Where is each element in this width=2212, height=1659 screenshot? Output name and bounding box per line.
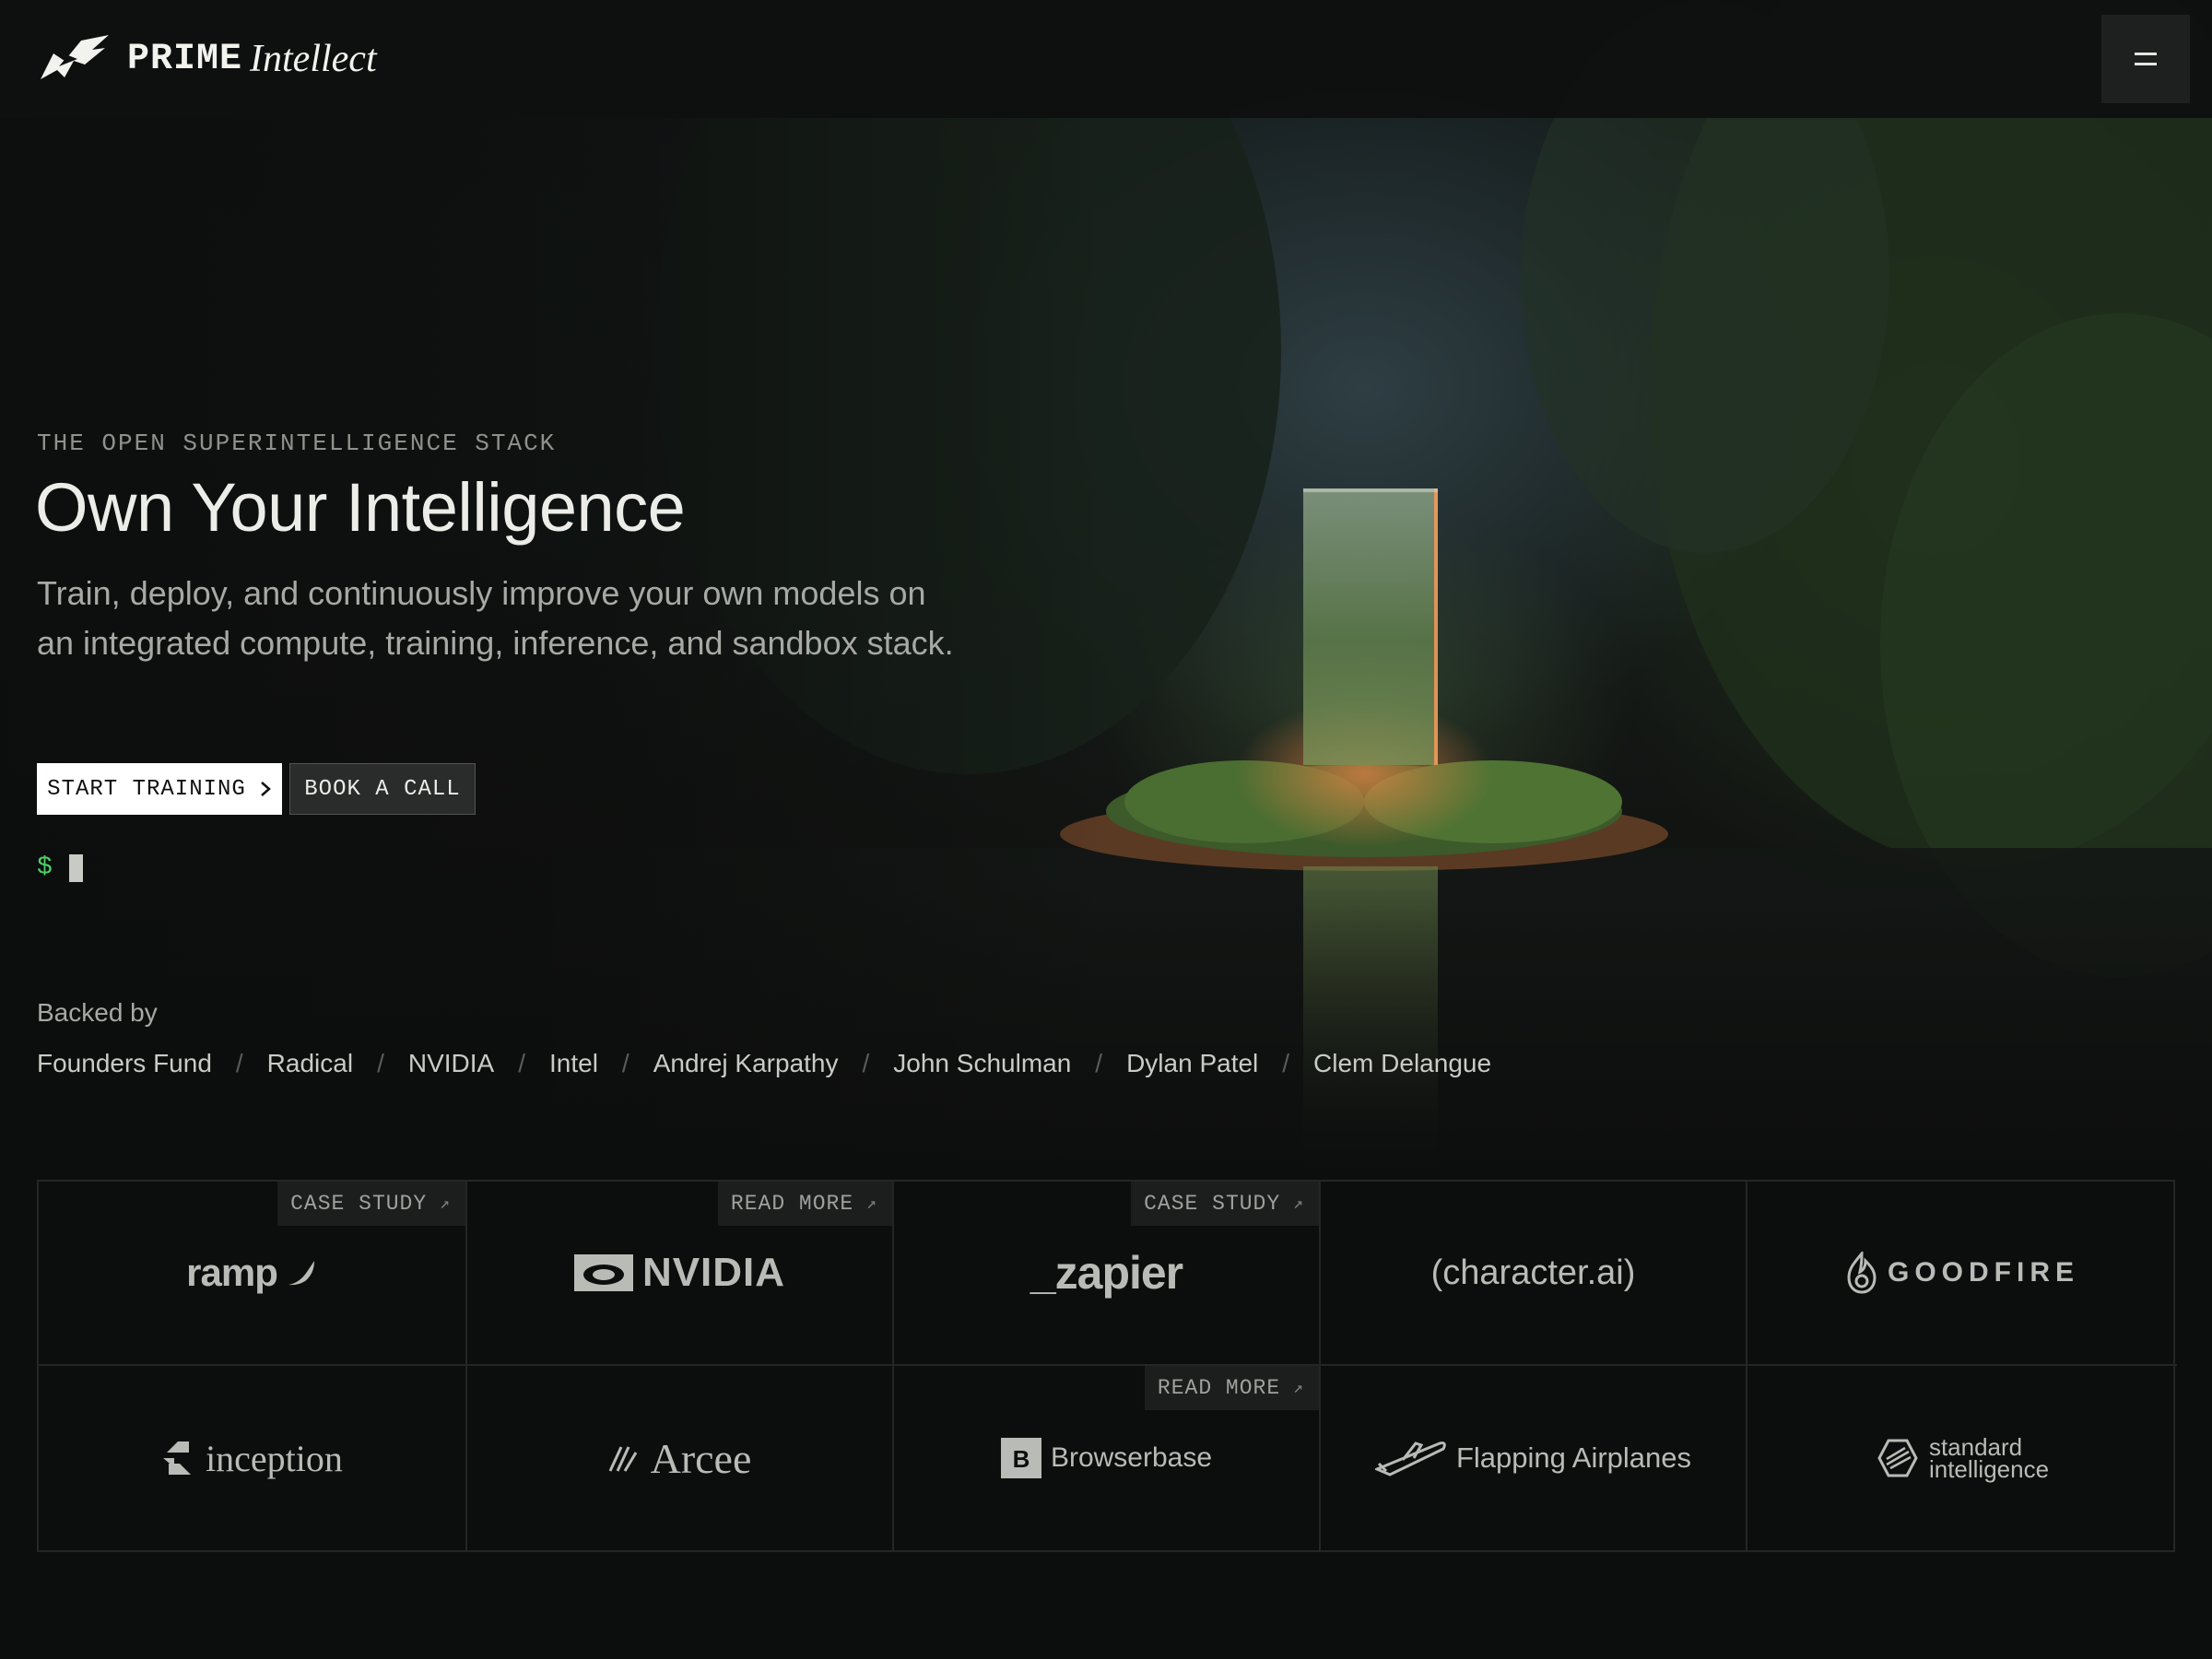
backer-item: NVIDIA <box>407 1049 495 1077</box>
backer-item: Dylan Patel <box>1126 1049 1259 1077</box>
chevron-right-icon <box>260 782 271 796</box>
customer-card-arcee[interactable]: Arcee <box>467 1366 894 1550</box>
backer-separator: / <box>1095 1049 1103 1077</box>
start-training-label: START TRAINING <box>47 776 246 802</box>
backer-item: Andrej Karpathy <box>653 1049 839 1077</box>
arrow-up-right-icon: ↗ <box>1293 1380 1304 1398</box>
zapier-logo: _zapier <box>1030 1246 1183 1300</box>
arrow-up-right-icon: ↗ <box>440 1195 451 1214</box>
backer-separator: / <box>518 1049 525 1077</box>
menu-icon <box>2135 53 2157 55</box>
backer-separator: / <box>1282 1049 1290 1077</box>
ramp-mark-icon <box>288 1261 314 1286</box>
tag-label: READ MORE <box>730 1192 854 1216</box>
flapping-airplanes-logo: Flapping Airplanes <box>1374 1438 1692 1478</box>
customer-name: Arcee <box>650 1434 752 1482</box>
customer-card-ramp[interactable]: CASE STUDY ↗ ramp <box>39 1182 467 1366</box>
customer-name: (character.ai) <box>1430 1253 1636 1292</box>
customer-card-browserbase[interactable]: READ MORE ↗ B Browserbase <box>894 1366 1321 1550</box>
menu-button[interactable] <box>2101 15 2190 103</box>
tag-label: READ MORE <box>1157 1376 1281 1400</box>
inception-logo: inception <box>161 1437 343 1480</box>
case-study-tag[interactable]: CASE STUDY ↗ <box>1131 1182 1319 1226</box>
backer-separator: / <box>377 1049 384 1077</box>
customer-name: ramp <box>186 1251 278 1294</box>
customer-card-character-ai[interactable]: (character.ai) <box>1321 1182 1747 1366</box>
customer-name: GOODFIRE <box>1887 1257 2079 1288</box>
goodfire-logo: GOODFIRE <box>1845 1252 2079 1294</box>
customer-name: NVIDIA <box>641 1250 786 1295</box>
customer-card-flapping-airplanes[interactable]: Flapping Airplanes <box>1321 1366 1747 1550</box>
customer-card-nvidia[interactable]: READ MORE ↗ NVIDIA <box>467 1182 894 1366</box>
customer-name: _zapier <box>1030 1247 1183 1299</box>
customer-card-standard-intelligence[interactable]: standard intelligence <box>1747 1366 2177 1550</box>
browserbase-logo: B Browserbase <box>1000 1438 1213 1478</box>
backed-by-label: Backed by <box>37 998 158 1027</box>
top-nav: PRIME Intellect <box>0 0 2212 118</box>
brand-intellect-text: Intellect <box>250 38 377 80</box>
backer-item: Clem Delangue <box>1313 1049 1492 1077</box>
prompt-symbol: $ <box>37 853 53 882</box>
goodfire-flame-icon <box>1847 1252 1877 1294</box>
case-study-tag[interactable]: CASE STUDY ↗ <box>277 1182 465 1226</box>
inception-mark-icon <box>163 1441 192 1475</box>
arrow-up-right-icon: ↗ <box>866 1195 877 1214</box>
customer-name: Browserbase <box>1050 1442 1213 1473</box>
arrow-up-right-icon: ↗ <box>1293 1195 1304 1214</box>
ramp-logo: ramp <box>186 1251 318 1295</box>
standard-intelligence-mark-icon <box>1877 1439 1918 1477</box>
customer-card-zapier[interactable]: CASE STUDY ↗ _zapier <box>894 1182 1321 1366</box>
customer-name: Flapping Airplanes <box>1455 1441 1692 1474</box>
backer-item: Founders Fund <box>37 1049 212 1077</box>
browserbase-b-icon: B <box>1000 1438 1041 1478</box>
terminal-prompt[interactable]: $ <box>37 853 83 882</box>
read-more-tag[interactable]: READ MORE ↗ <box>717 1182 892 1226</box>
nvidia-eye-icon <box>573 1254 633 1291</box>
airplane-icon <box>1374 1441 1446 1477</box>
text-cursor <box>68 853 83 882</box>
tag-label: CASE STUDY <box>290 1192 428 1216</box>
customer-name: inception <box>206 1437 343 1479</box>
arcee-logo: Arcee <box>608 1434 752 1483</box>
backer-separator: / <box>862 1049 870 1077</box>
book-a-call-button[interactable]: BOOK A CALL <box>289 763 476 815</box>
hero-subhead: Train, deploy, and continuously improve … <box>37 574 954 662</box>
brand-logo[interactable]: PRIME Intellect <box>37 31 377 87</box>
tag-label: CASE STUDY <box>1144 1192 1281 1216</box>
arcee-mark-icon <box>608 1446 637 1472</box>
customer-name-line: intelligence <box>1928 1455 2050 1483</box>
nvidia-logo: NVIDIA <box>573 1250 786 1296</box>
backer-item: Intel <box>548 1049 598 1077</box>
customer-card-goodfire[interactable]: GOODFIRE <box>1747 1182 2177 1366</box>
backer-item: Radical <box>266 1049 354 1077</box>
backer-separator: / <box>235 1049 243 1077</box>
standard-intelligence-logo: standard intelligence <box>1876 1435 2050 1483</box>
start-training-button[interactable]: START TRAINING <box>37 763 282 815</box>
brand-prime-text: PRIME <box>127 38 243 80</box>
backer-item: John Schulman <box>893 1049 1072 1077</box>
read-more-tag[interactable]: READ MORE ↗ <box>1144 1366 1319 1410</box>
backer-separator: / <box>621 1049 629 1077</box>
pegasus-logo-icon <box>41 35 109 79</box>
customer-card-inception[interactable]: inception <box>39 1366 467 1550</box>
character-ai-logo: (character.ai) <box>1431 1253 1636 1293</box>
backers-list: Founders Fund / Radical / NVIDIA / Intel… <box>37 1049 1491 1078</box>
hero-headline: Own Your Intelligence <box>35 469 686 546</box>
customer-logo-grid: CASE STUDY ↗ ramp READ MORE ↗ NVIDIA CAS… <box>37 1180 2177 1552</box>
svg-text:B: B <box>1013 1445 1030 1473</box>
hero-eyebrow: THE OPEN SUPERINTELLIGENCE STACK <box>37 429 557 457</box>
